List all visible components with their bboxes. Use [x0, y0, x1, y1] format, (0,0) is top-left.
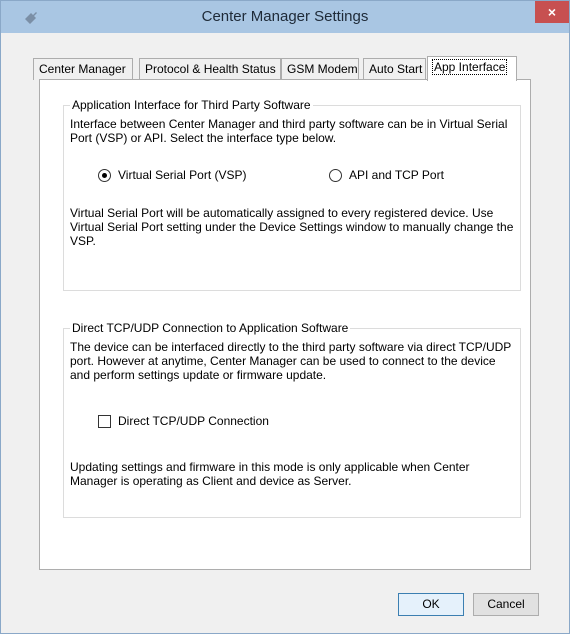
vsp-radio-label[interactable]: Virtual Serial Port (VSP) — [118, 168, 247, 182]
tab-gsm-modem[interactable]: GSM Modem — [281, 58, 359, 80]
direct-tcp-udp-checkbox[interactable] — [98, 415, 111, 428]
close-icon: × — [547, 4, 557, 20]
close-button[interactable]: × — [535, 1, 569, 23]
tab-center-manager[interactable]: Center Manager — [33, 58, 133, 80]
vsp-radio[interactable] — [98, 169, 111, 182]
direct-connection-note: Updating settings and firmware in this m… — [70, 460, 470, 488]
tab-protocol-health-status[interactable]: Protocol & Health Status — [139, 58, 281, 80]
settings-window: Center Manager Settings × Center Manager… — [0, 0, 570, 634]
direct-connection-group-legend: Direct TCP/UDP Connection to Application… — [70, 321, 351, 335]
ok-button[interactable]: OK — [398, 593, 464, 616]
tab-auto-start[interactable]: Auto Start — [363, 58, 426, 80]
app-interface-group-legend: Application Interface for Third Party So… — [70, 98, 313, 112]
app-interface-description: Interface between Center Manager and thi… — [70, 117, 508, 145]
cancel-button[interactable]: Cancel — [473, 593, 539, 616]
app-interface-groupbox: Application Interface for Third Party So… — [63, 98, 521, 291]
window-title: Center Manager Settings — [201, 8, 369, 25]
title-bar[interactable]: Center Manager Settings × — [1, 1, 569, 33]
direct-tcp-udp-checkbox-label[interactable]: Direct TCP/UDP Connection — [118, 414, 269, 428]
direct-connection-groupbox: Direct TCP/UDP Connection to Application… — [63, 321, 521, 518]
api-tcp-radio-label[interactable]: API and TCP Port — [349, 168, 444, 182]
app-interface-panel: Application Interface for Third Party So… — [39, 79, 531, 570]
api-tcp-radio[interactable] — [329, 169, 342, 182]
tab-app-interface[interactable]: App Interface — [427, 56, 517, 81]
vsp-note: Virtual Serial Port will be automaticall… — [70, 206, 514, 248]
direct-connection-description: The device can be interfaced directly to… — [70, 340, 512, 382]
